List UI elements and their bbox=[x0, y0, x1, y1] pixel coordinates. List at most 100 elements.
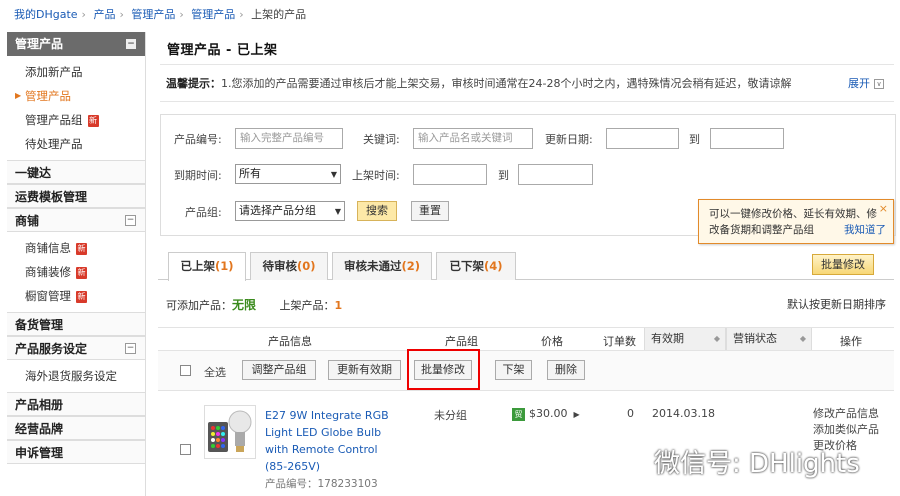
sort-icon: ◆ bbox=[799, 334, 806, 343]
sidebar-section-label: 一键达 bbox=[15, 166, 52, 180]
breadcrumb-link[interactable]: 管理产品 bbox=[131, 8, 175, 21]
sidebar-section-label: 申诉管理 bbox=[15, 446, 64, 460]
group-select[interactable]: 请选择产品分组 ▼ bbox=[235, 201, 345, 221]
sidebar-item-return-service[interactable]: 海外退货服务设定 bbox=[7, 364, 145, 388]
sidebar-header-label: 管理产品 bbox=[15, 37, 64, 51]
breadcrumb-link[interactable]: 管理产品 bbox=[191, 8, 235, 21]
product-code-input[interactable]: 输入完整产品编号 bbox=[235, 128, 343, 149]
sidebar-section-stock[interactable]: 备货管理 bbox=[7, 312, 145, 336]
sidebar-header-manage-products[interactable]: 管理产品 − bbox=[7, 32, 145, 56]
collapse-icon[interactable]: − bbox=[126, 39, 136, 49]
page-title: 管理产品 - 已上架 bbox=[167, 43, 278, 58]
tab-pending-review[interactable]: 待审核(0) bbox=[250, 252, 328, 280]
expand-label: 展开 bbox=[848, 77, 870, 90]
select-all-checkbox[interactable] bbox=[180, 365, 191, 376]
column-group: 产品组 bbox=[445, 335, 478, 348]
select-all-label: 全选 bbox=[204, 366, 226, 379]
sidebar-section-label: 产品服务设定 bbox=[15, 342, 88, 356]
collapse-icon[interactable]: − bbox=[125, 215, 136, 226]
sidebar-item-add-product[interactable]: 添加新产品 bbox=[7, 60, 145, 84]
column-validity-label: 有效期 bbox=[651, 332, 684, 345]
sidebar-item-shop-decoration[interactable]: 商铺装修新 bbox=[7, 260, 145, 284]
dropdown-arrow-icon: ▼ bbox=[330, 170, 337, 179]
to-label: 到 bbox=[689, 133, 700, 146]
breadcrumb-link[interactable]: 我的DHgate bbox=[14, 8, 78, 21]
breadcrumb-link[interactable]: 产品 bbox=[93, 8, 115, 21]
update-date-start-input[interactable] bbox=[606, 128, 679, 149]
batch-edit-tip-popup: 可以一键修改价格、延长有效期、修改备货期和调整产品组 × 我知道了 bbox=[698, 199, 894, 244]
tab-review-failed[interactable]: 审核未通过(2) bbox=[332, 252, 432, 280]
adjust-group-button[interactable]: 调整产品组 bbox=[242, 360, 316, 380]
sidebar-section-complaint[interactable]: 申诉管理 bbox=[7, 440, 145, 464]
row-checkbox[interactable] bbox=[180, 444, 191, 455]
new-badge: 新 bbox=[76, 242, 87, 255]
sidebar-section-quick[interactable]: 一键达 bbox=[7, 160, 145, 184]
trade-badge-icon: 贸 bbox=[512, 408, 525, 421]
breadcrumb-current: 上架的产品 bbox=[251, 8, 307, 21]
sidebar-section-service[interactable]: 产品服务设定 − bbox=[7, 336, 145, 360]
sidebar-item-showcase[interactable]: 橱窗管理新 bbox=[7, 284, 145, 308]
sidebar-section-brand[interactable]: 经营品牌 bbox=[7, 416, 145, 440]
update-validity-button[interactable]: 更新有效期 bbox=[328, 360, 401, 380]
expand-link[interactable]: 展开 ∨ bbox=[848, 65, 884, 101]
column-actions: 操作 bbox=[840, 335, 862, 348]
product-stats: 可添加产品：无限 上架产品：1 bbox=[166, 296, 342, 313]
wechat-watermark: 微信号: DHlights bbox=[616, 444, 892, 484]
update-date-end-input[interactable] bbox=[710, 128, 784, 149]
delete-button[interactable]: 删除 bbox=[547, 360, 585, 380]
sidebar-item-label: 添加新产品 bbox=[25, 65, 83, 79]
breadcrumb-separator: › bbox=[119, 8, 124, 21]
group-label: 产品组: bbox=[185, 206, 222, 219]
listed-value: 1 bbox=[334, 299, 343, 312]
keyword-input[interactable]: 输入产品名或关键词 bbox=[413, 128, 533, 149]
product-code: 产品编号：178233103 bbox=[265, 476, 378, 491]
close-icon[interactable]: × bbox=[879, 201, 888, 217]
batch-edit-top-button[interactable]: 批量修改 bbox=[812, 254, 874, 275]
tab-listed[interactable]: 已上架(1) bbox=[168, 252, 246, 281]
sidebar-item-label: 商铺装修 bbox=[25, 265, 71, 279]
tab-label: 审核未通过 bbox=[343, 259, 402, 273]
product-name-link[interactable]: E27 9W Integrate RGB Light LED Globe Bul… bbox=[265, 407, 390, 475]
caret-right-icon[interactable]: ▶ bbox=[574, 410, 580, 419]
sidebar-item-shop-info[interactable]: 商铺信息新 bbox=[7, 236, 145, 260]
notice-label: 温馨提示： bbox=[166, 77, 221, 90]
got-it-link[interactable]: 我知道了 bbox=[844, 222, 886, 238]
edit-product-link[interactable]: 修改产品信息 bbox=[813, 405, 879, 421]
column-marketing-label: 营销状态 bbox=[733, 332, 777, 345]
sidebar-item-pending-products[interactable]: 待处理产品 bbox=[7, 132, 145, 156]
breadcrumb: 我的DHgate › 产品 › 管理产品 › 管理产品 › 上架的产品 bbox=[14, 6, 306, 22]
collapse-icon[interactable]: − bbox=[125, 343, 136, 354]
reset-button[interactable]: 重置 bbox=[411, 201, 449, 221]
sidebar-section-shop[interactable]: 商铺 − bbox=[7, 208, 145, 232]
new-badge: 新 bbox=[76, 290, 87, 303]
wechat-icon bbox=[616, 452, 647, 477]
sidebar: 管理产品 − 添加新产品 ▶ 管理产品 管理产品组新 待处理产品 一键达 运费模板… bbox=[7, 32, 146, 496]
tab-count: (0) bbox=[296, 259, 316, 273]
sidebar-item-label: 商铺信息 bbox=[25, 241, 71, 255]
unlist-button[interactable]: 下架 bbox=[495, 360, 532, 380]
product-price: 贸 $30.00 ▶ bbox=[512, 407, 580, 421]
product-code-label: 产品编号: bbox=[174, 133, 222, 146]
column-marketing[interactable]: 营销状态 ◆ bbox=[726, 328, 812, 350]
list-time-label: 上架时间: bbox=[352, 169, 400, 182]
breadcrumb-separator: › bbox=[179, 8, 184, 21]
group-select-value: 请选择产品分组 bbox=[239, 204, 316, 217]
price-value: $30.00 bbox=[529, 407, 568, 420]
sidebar-section-album[interactable]: 产品相册 bbox=[7, 392, 145, 416]
sort-selector[interactable]: 默认按更新日期排序 bbox=[787, 296, 886, 312]
breadcrumb-separator: › bbox=[239, 8, 244, 21]
product-thumbnail[interactable] bbox=[204, 405, 256, 459]
sidebar-section-shipping-template[interactable]: 运费模板管理 bbox=[7, 184, 145, 208]
list-time-start-input[interactable] bbox=[413, 164, 487, 185]
add-similar-link[interactable]: 添加类似产品 bbox=[813, 421, 879, 437]
sidebar-item-manage-products[interactable]: ▶ 管理产品 bbox=[7, 84, 145, 108]
sidebar-item-product-groups[interactable]: 管理产品组新 bbox=[7, 108, 145, 132]
column-product-info: 产品信息 bbox=[268, 335, 312, 348]
list-time-end-input[interactable] bbox=[518, 164, 593, 185]
search-button[interactable]: 搜索 bbox=[357, 201, 397, 221]
breadcrumb-separator: › bbox=[81, 8, 86, 21]
column-validity[interactable]: 有效期 ◆ bbox=[644, 328, 726, 350]
tab-unlisted[interactable]: 已下架(4) bbox=[436, 252, 516, 280]
main-content: 管理产品 - 已上架 温馨提示：1.您添加的产品需要通过审核后才能上架交易，审核… bbox=[158, 32, 900, 496]
expire-select[interactable]: 所有 ▼ bbox=[235, 164, 341, 184]
